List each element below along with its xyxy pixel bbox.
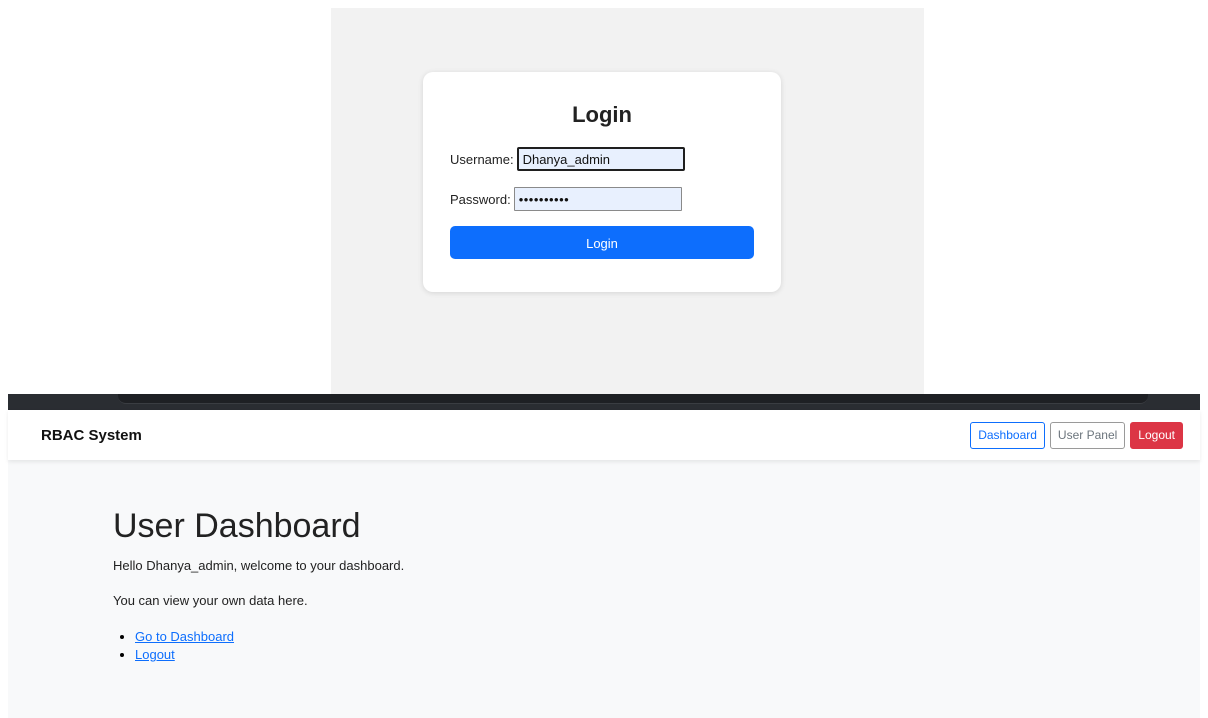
dashboard-button[interactable]: Dashboard <box>970 422 1045 449</box>
password-input[interactable] <box>513 187 682 211</box>
username-input[interactable] <box>516 147 685 171</box>
username-label: Username: <box>450 151 514 167</box>
username-row: Username: <box>450 146 754 172</box>
info-text: You can view your own data here. <box>113 593 308 608</box>
dashboard-content: User Dashboard Hello Dhanya_admin, welco… <box>8 460 1200 718</box>
login-page: Login Username: Password: Login <box>331 8 924 394</box>
go-to-dashboard-link[interactable]: Go to Dashboard <box>135 629 234 644</box>
greeting-text: Hello Dhanya_admin, welcome to your dash… <box>113 558 405 573</box>
logout-button[interactable]: Logout <box>1130 422 1183 449</box>
brand-title: RBAC System <box>41 427 142 444</box>
list-item: Go to Dashboard <box>135 628 234 646</box>
page-title: User Dashboard <box>113 507 361 545</box>
link-list: Go to Dashboard Logout <box>113 628 234 664</box>
logout-link[interactable]: Logout <box>135 647 175 662</box>
login-card: Login Username: Password: Login <box>423 72 781 292</box>
login-button[interactable]: Login <box>450 226 754 259</box>
user-panel-button[interactable]: User Panel <box>1049 422 1126 449</box>
login-title: Login <box>572 102 632 127</box>
password-label: Password: <box>450 191 511 207</box>
password-row: Password: <box>450 186 754 212</box>
browser-address-bar <box>118 394 1148 404</box>
browser-strip <box>8 394 1200 410</box>
navbar: RBAC System Dashboard User Panel Logout <box>8 410 1200 460</box>
nav-buttons: Dashboard User Panel Logout <box>970 422 1183 449</box>
list-item: Logout <box>135 646 234 664</box>
